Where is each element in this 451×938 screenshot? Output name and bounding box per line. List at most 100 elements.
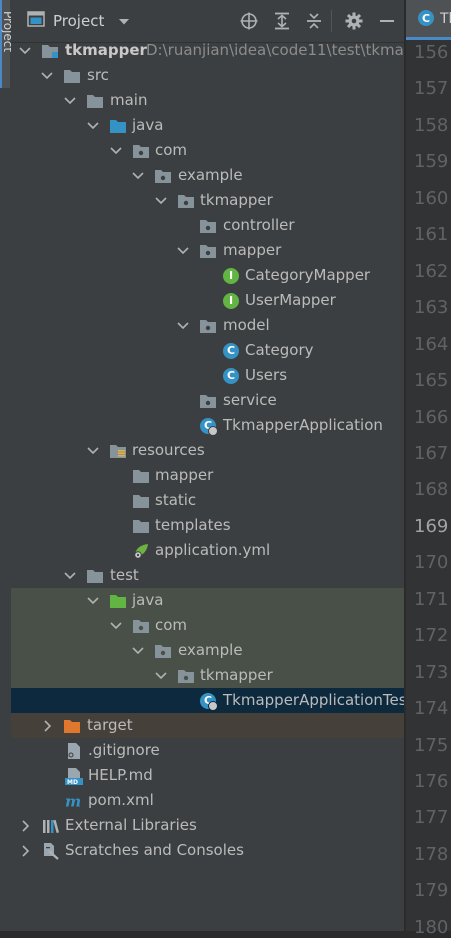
folder-icon [132,467,150,485]
tree-item-test-example[interactable]: example [11,638,404,663]
scratches-icon [42,842,60,860]
tree-item-label: mapper [155,466,214,484]
expand-all-button[interactable] [272,11,292,31]
chevron-down-icon[interactable] [176,238,190,263]
tree-item-main-example[interactable]: example [11,163,404,188]
tree-item-static[interactable]: static [11,488,404,513]
tree-item-label: tkmapper [200,191,273,209]
settings-button[interactable] [344,11,364,31]
tree-item-scratches[interactable]: Scratches and Consoles [11,838,404,863]
line-number: 167 [414,442,449,464]
line-number: 157 [414,78,449,100]
tree-item-category[interactable]: C Category [11,338,404,363]
tree-item-label: java [132,591,164,609]
package-icon [177,667,195,685]
project-panel-header: Project [11,0,404,43]
tree-item-main-com[interactable]: com [11,138,404,163]
tree-item-mapper[interactable]: mapper [11,238,404,263]
locate-file-button[interactable] [239,11,259,31]
chevron-down-icon[interactable] [154,188,168,213]
tree-item-main-java[interactable]: java [11,113,404,138]
tree-item-label: static [155,491,197,509]
tree-item-label: CategoryMapper [245,266,371,284]
root-path: D:\ruanjian\idea\code11\test\tkmapper [146,41,404,59]
line-number: 176 [414,771,449,792]
line-number: 174 [414,698,449,720]
tree-item-model[interactable]: model [11,313,404,338]
tree-item-label: target [87,716,133,734]
tree-item-root[interactable]: tkmapper D:\ruanjian\idea\code11\test\tk… [11,38,404,63]
resources-folder-icon [109,442,127,460]
expand-all-icon [275,12,289,30]
tree-item-controller[interactable]: controller [11,213,404,238]
tree-item-external-libraries[interactable]: External Libraries [11,813,404,838]
package-icon [132,142,150,160]
hide-panel-button[interactable] [377,11,397,31]
markdown-file-icon: MD [65,767,83,785]
tree-item-help-md[interactable]: MD HELP.md [11,763,404,788]
tree-item-label: HELP.md [88,766,153,784]
chevron-right-icon[interactable] [41,713,55,738]
tree-item-tkmapper-application-tests[interactable]: C TkmapperApplicationTests [11,688,404,713]
chevron-down-icon[interactable] [86,588,100,613]
tree-item-user-mapper[interactable]: I UserMapper [11,288,404,313]
tree-item-resources-mapper[interactable]: mapper [11,463,404,488]
line-number: 161 [414,224,449,246]
tree-item-resources[interactable]: resources [11,438,404,463]
tree-item-tkmapper-application[interactable]: C TkmapperApplication [11,413,404,438]
chevron-right-icon[interactable] [19,838,33,863]
tree-item-users[interactable]: C Users [11,363,404,388]
tree-item-pom-xml[interactable]: m pom.xml [11,788,404,813]
chevron-right-icon[interactable] [19,813,33,838]
tree-item-label: application.yml [155,541,271,559]
project-panel: Project tkmapper D:\ruanjian\idea\code11… [11,0,404,931]
line-number: 158 [414,114,449,136]
chevron-down-icon[interactable] [176,313,190,338]
tree-item-main-tkmapper[interactable]: tkmapper [11,188,404,213]
chevron-down-icon[interactable] [86,438,100,463]
tree-item-label: example [178,641,243,659]
editor-tab[interactable]: C Tk [406,0,451,40]
tree-item-gitignore[interactable]: .gitignore [11,738,404,763]
root-label: tkmapper [65,41,147,59]
tree-item-label: mapper [223,241,282,259]
chevron-down-icon[interactable] [86,113,100,138]
tree-item-src[interactable]: src [11,63,404,88]
chevron-down-icon[interactable] [109,613,123,638]
package-icon [199,242,217,260]
tree-item-test-tkmapper[interactable]: tkmapper [11,663,404,688]
tree-item-label: main [110,91,148,109]
tree-item-main[interactable]: main [11,88,404,113]
chevron-down-icon[interactable] [109,138,123,163]
maven-file-icon: m [65,792,83,810]
tree-item-label: service [223,391,277,409]
tree-item-label: java [132,116,164,134]
project-tool-window-tab[interactable]: Project [0,0,15,88]
chevron-down-icon[interactable] [40,63,54,88]
tree-item-service[interactable]: service [11,388,404,413]
interface-icon: I [222,267,240,285]
chevron-down-icon[interactable] [18,38,32,63]
tree-item-target[interactable]: target [11,713,404,738]
tree-item-test[interactable]: test [11,563,404,588]
chevron-down-icon[interactable] [154,663,168,688]
tree-item-test-java[interactable]: java [11,588,404,613]
view-selector[interactable]: Project [27,10,130,32]
tree-item-templates[interactable]: templates [11,513,404,538]
test-source-folder-icon [109,592,127,610]
line-number: 164 [414,333,449,355]
class-icon: C [418,10,434,26]
package-icon [154,642,172,660]
line-number: 172 [414,625,449,647]
chevron-down-icon[interactable] [131,163,145,188]
module-folder-icon [41,42,59,60]
chevron-down-icon[interactable] [63,88,77,113]
tree-item-test-com[interactable]: com [11,613,404,638]
tree-item-category-mapper[interactable]: I CategoryMapper [11,263,404,288]
chevron-down-icon[interactable] [63,563,77,588]
chevron-down-icon[interactable] [131,638,145,663]
line-number: 177 [414,807,449,829]
collapse-all-button[interactable] [304,11,324,31]
spring-boot-test-class-icon: C [199,692,218,711]
tree-item-application-yml[interactable]: application.yml [11,538,404,563]
